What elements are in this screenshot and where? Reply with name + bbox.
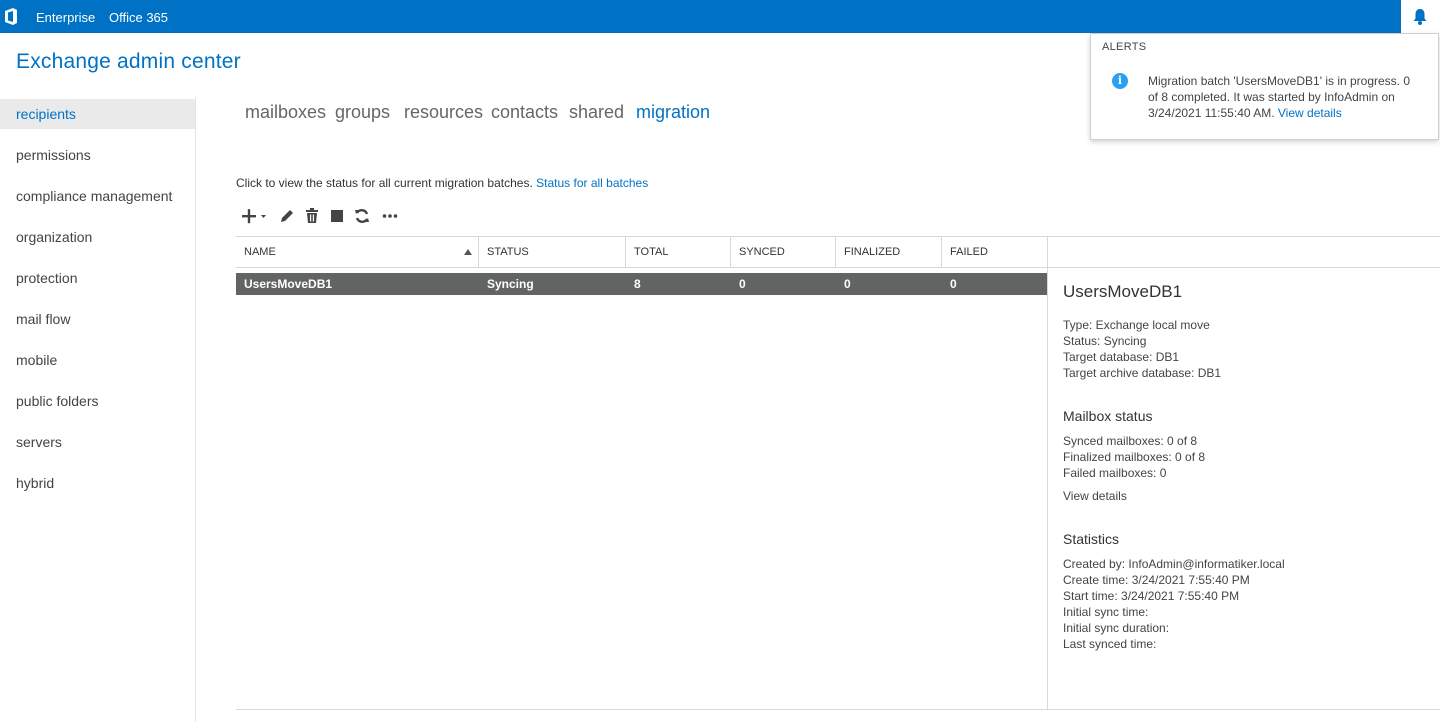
migration-info-text: Click to view the status for all current… — [236, 176, 533, 190]
grid-header-border — [236, 267, 1440, 268]
finalized-mailboxes: Finalized mailboxes: 0 of 8 — [1063, 450, 1206, 464]
alerts-heading: ALERTS — [1102, 41, 1147, 53]
synced-mailboxes: Synced mailboxes: 0 of 8 — [1063, 434, 1198, 448]
tab-shared[interactable]: shared — [569, 102, 624, 123]
enterprise-link[interactable]: Enterprise — [36, 10, 95, 25]
failed-mailboxes: Failed mailboxes: 0 — [1063, 466, 1167, 480]
refresh-button[interactable] — [351, 205, 373, 227]
details-type: Type: Exchange local move — [1063, 318, 1210, 332]
info-icon: i — [1112, 73, 1128, 89]
table-row[interactable]: UsersMoveDB1 Syncing 8 0 0 0 — [236, 273, 1047, 295]
cell-status: Syncing — [487, 277, 534, 291]
tab-migration[interactable]: migration — [636, 102, 710, 123]
details-target-db: Target database: DB1 — [1063, 350, 1180, 364]
tab-groups[interactable]: groups — [335, 102, 390, 123]
left-nav: recipients permissions compliance manage… — [0, 97, 196, 722]
delete-icon — [306, 208, 318, 223]
office365-link[interactable]: Office 365 — [109, 10, 168, 25]
tab-resources[interactable]: resources — [404, 102, 483, 123]
nav-item-organization[interactable]: organization — [0, 222, 195, 252]
tab-mailboxes[interactable]: mailboxes — [245, 102, 326, 123]
view-details-link[interactable]: View details — [1063, 489, 1127, 503]
details-title: UsersMoveDB1 — [1063, 282, 1183, 301]
nav-item-public-folders[interactable]: public folders — [0, 386, 195, 416]
initial-sync-time: Initial sync time: — [1063, 605, 1149, 619]
office-logo-icon[interactable] — [4, 8, 18, 25]
alerts-popup: ALERTS i Migration batch 'UsersMoveDB1' … — [1090, 33, 1439, 140]
grid-header: NAME STATUS TOTAL SYNCED FINALIZED FAILE… — [236, 237, 1047, 267]
top-bar: Enterprise Office 365 — [0, 0, 1440, 33]
delete-button[interactable] — [301, 205, 323, 227]
cell-synced: 0 — [739, 277, 746, 291]
notifications-button[interactable] — [1401, 0, 1440, 33]
grid-bottom-border — [236, 709, 1440, 710]
stop-icon — [331, 210, 343, 222]
refresh-icon — [355, 209, 369, 223]
alert-message: Migration batch 'UsersMoveDB1' is in pro… — [1148, 73, 1420, 121]
nav-item-mobile[interactable]: mobile — [0, 345, 195, 375]
nav-item-compliance-management[interactable]: compliance management — [0, 181, 195, 211]
created-by: Created by: InfoAdmin@informatiker.local — [1063, 557, 1285, 571]
column-header-finalized[interactable]: FINALIZED — [836, 237, 942, 267]
nav-item-recipients[interactable]: recipients — [0, 99, 195, 129]
initial-sync-duration: Initial sync duration: — [1063, 621, 1170, 635]
nav-item-permissions[interactable]: permissions — [0, 140, 195, 170]
column-header-total[interactable]: TOTAL — [626, 237, 731, 267]
create-time: Create time: 3/24/2021 7:55:40 PM — [1063, 573, 1250, 587]
edit-button[interactable] — [276, 205, 298, 227]
column-header-synced[interactable]: SYNCED — [731, 237, 836, 267]
cell-total: 8 — [634, 277, 641, 291]
column-header-status[interactable]: STATUS — [479, 237, 626, 267]
cell-finalized: 0 — [844, 277, 851, 291]
nav-item-mail-flow[interactable]: mail flow — [0, 304, 195, 334]
start-time: Start time: 3/24/2021 7:55:40 PM — [1063, 589, 1240, 603]
column-header-name-label: NAME — [244, 246, 276, 258]
bell-icon — [1413, 9, 1427, 25]
migration-info: Click to view the status for all current… — [236, 176, 648, 190]
nav-item-protection[interactable]: protection — [0, 263, 195, 293]
status-all-batches-link[interactable]: Status for all batches — [536, 176, 648, 190]
last-synced-time: Last synced time: — [1063, 637, 1157, 651]
more-icon — [382, 214, 398, 218]
column-header-name[interactable]: NAME — [236, 237, 479, 267]
statistics-heading: Statistics — [1063, 531, 1120, 547]
tab-contacts[interactable]: contacts — [491, 102, 558, 123]
details-target-archive-db: Target archive database: DB1 — [1063, 366, 1222, 380]
details-pane-divider — [1047, 237, 1048, 709]
nav-item-hybrid[interactable]: hybrid — [0, 468, 195, 498]
stop-button[interactable] — [326, 205, 348, 227]
details-status: Status: Syncing — [1063, 334, 1147, 348]
add-icon — [242, 209, 266, 224]
more-button[interactable] — [379, 205, 401, 227]
column-header-failed[interactable]: FAILED — [942, 237, 1047, 267]
cell-name: UsersMoveDB1 — [244, 277, 333, 291]
mailbox-status-heading: Mailbox status — [1063, 408, 1153, 424]
nav-item-servers[interactable]: servers — [0, 427, 195, 457]
page-title: Exchange admin center — [16, 50, 241, 73]
cell-failed: 0 — [950, 277, 957, 291]
sort-ascending-icon — [464, 249, 472, 255]
edit-icon — [281, 210, 293, 222]
alert-view-details-link[interactable]: View details — [1278, 106, 1342, 120]
add-button[interactable] — [240, 205, 270, 227]
